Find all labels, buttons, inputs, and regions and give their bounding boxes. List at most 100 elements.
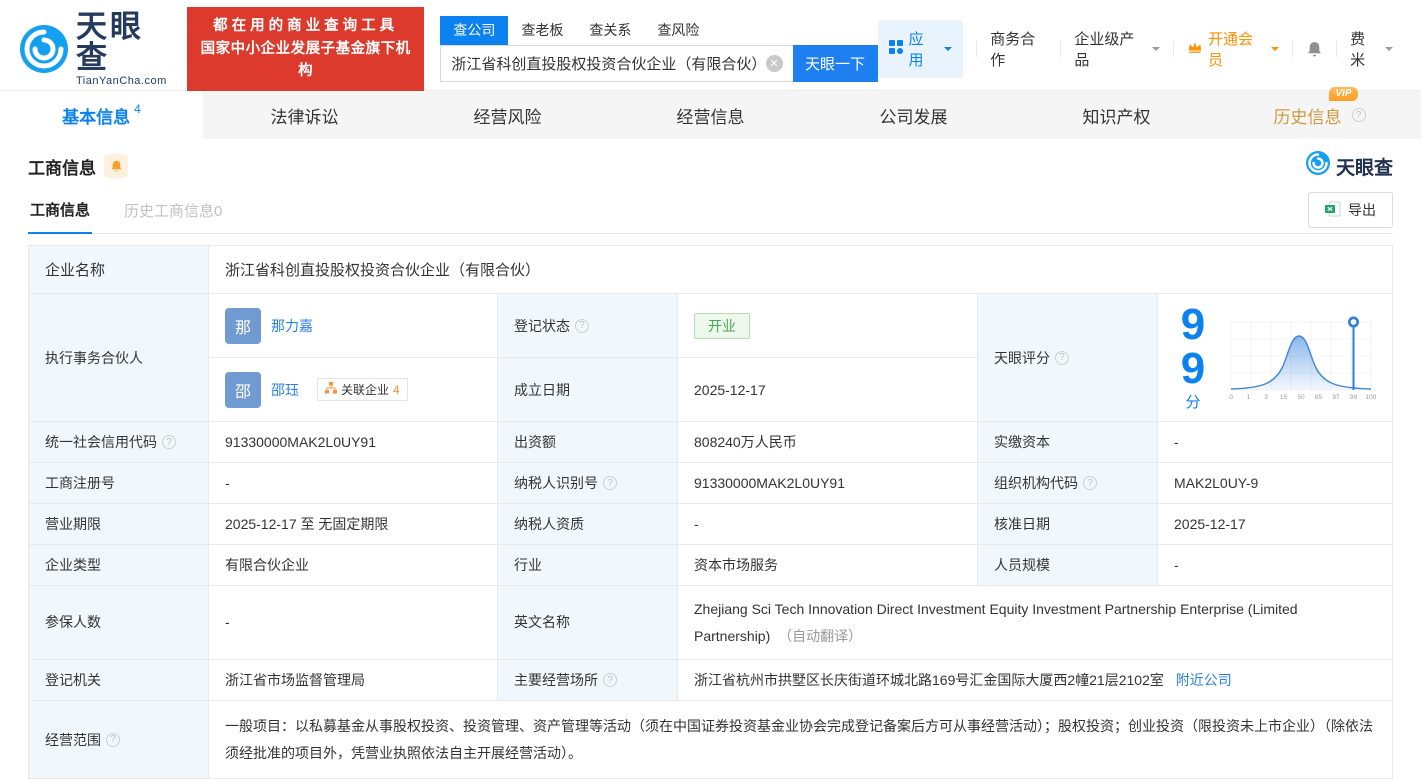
tab-operation-info[interactable]: 经营信息	[609, 91, 812, 139]
help-icon[interactable]	[603, 673, 617, 688]
credit-code-value: 91330000MAK2L0UY91	[208, 421, 498, 463]
table-row: 统一社会信用代码 91330000MAK2L0UY91 出资额 808240万人…	[28, 421, 1393, 463]
search-input[interactable]	[440, 45, 793, 82]
search-tab-company[interactable]: 查公司	[440, 16, 509, 45]
excel-icon	[1325, 201, 1341, 220]
notification-bell-icon[interactable]	[1306, 41, 1323, 58]
reg-status-cell: 开业	[677, 293, 978, 358]
partner-cell: 那 那力嘉	[208, 293, 498, 358]
tab-label: 知识产权	[1082, 107, 1151, 127]
tianyancha-logo-icon	[20, 25, 68, 73]
nearby-companies-link[interactable]: 附近公司	[1176, 672, 1232, 688]
export-button[interactable]: 导出	[1308, 192, 1393, 228]
nav-enterprise-label: 企业级产品	[1074, 31, 1135, 69]
search-tab-boss[interactable]: 查老板	[508, 16, 576, 45]
label-text: 组织机构代码	[994, 475, 1078, 491]
svg-text:15: 15	[1280, 394, 1288, 400]
field-label: 工商注册号	[28, 462, 209, 504]
tab-label: 公司发展	[879, 107, 948, 127]
field-label: 天眼评分	[977, 293, 1158, 422]
partner-cell: 邵 邵珏 关联企业 4	[208, 357, 498, 422]
business-term-value: 2025-12-17 至 无固定期限	[208, 503, 498, 545]
chevron-down-icon	[944, 47, 953, 55]
help-icon[interactable]	[1351, 108, 1366, 122]
user-menu[interactable]: 费米	[1350, 28, 1394, 70]
vip-badge: VIP	[1329, 86, 1358, 101]
partner-link[interactable]: 那力嘉	[271, 316, 313, 336]
svg-text:97: 97	[1332, 394, 1340, 400]
score-unit: 分	[1185, 394, 1201, 411]
tab-company-development[interactable]: 公司发展	[812, 91, 1015, 139]
divider	[1292, 41, 1294, 57]
subtab-row: 工商信息 历史工商信息0 导出	[28, 189, 1393, 234]
watermark-logo: 天眼查	[1305, 151, 1393, 181]
subtab-history-business-info[interactable]: 历史工商信息0	[122, 190, 224, 233]
help-icon[interactable]	[106, 732, 120, 747]
divider	[1172, 41, 1174, 57]
subtab-business-info[interactable]: 工商信息	[28, 189, 93, 234]
tab-operation-risk[interactable]: 经营风险	[406, 91, 609, 139]
table-row: 登记机关 浙江省市场监督管理局 主要经营场所 浙江省杭州市拱墅区长庆街道环城北路…	[28, 659, 1393, 702]
monitor-bell-icon[interactable]	[104, 154, 128, 178]
insured-count-value: -	[208, 584, 498, 661]
reg-authority-value: 浙江省市场监督管理局	[208, 659, 498, 702]
crown-icon	[1187, 40, 1203, 58]
tab-basic-info[interactable]: 基本信息 4	[0, 91, 203, 139]
search-tab-risk[interactable]: 查风险	[644, 16, 712, 45]
chevron-down-icon	[1385, 47, 1394, 55]
capital-value: 808240万人民币	[677, 421, 978, 463]
tianyancha-logo[interactable]: 天眼查 TianYanCha.com	[20, 11, 173, 87]
related-label: 关联企业	[341, 383, 390, 397]
nav-cooperation[interactable]: 商务合作	[990, 28, 1047, 70]
divider	[1060, 41, 1062, 57]
export-label: 导出	[1348, 202, 1376, 218]
est-date-value: 2025-12-17	[677, 357, 978, 422]
help-icon[interactable]	[162, 435, 176, 449]
score-cell: 99 分 0 1 3 15 50 85 97 99 100	[1157, 293, 1393, 422]
svg-text:50: 50	[1297, 394, 1305, 400]
company-tabbar: 基本信息 4 法律诉讼 经营风险 经营信息 公司发展 知识产权 历史信息 VIP	[0, 86, 1421, 139]
status-badge: 开业	[694, 312, 750, 339]
partner-link[interactable]: 邵珏	[271, 380, 299, 400]
logo-title: 天眼查	[76, 9, 144, 75]
label-text: 登记状态	[514, 317, 570, 334]
field-label: 行业	[497, 544, 678, 586]
label-text: 纳税人识别号	[514, 475, 598, 491]
open-vip-button[interactable]: 开通会员	[1187, 28, 1280, 70]
org-chart-icon	[325, 382, 337, 397]
nav-enterprise-products[interactable]: 企业级产品	[1074, 28, 1160, 70]
subtab-label: 历史工商信息	[124, 202, 215, 220]
help-icon[interactable]	[1083, 476, 1097, 490]
search-area: 查公司 查老板 查关系 查风险 ✕ 天眼一下	[440, 16, 878, 82]
avatar[interactable]: 邵	[225, 371, 261, 408]
tab-history-info[interactable]: 历史信息 VIP	[1218, 86, 1421, 139]
help-icon[interactable]	[603, 476, 617, 490]
related-companies-badge[interactable]: 关联企业 4	[317, 378, 408, 401]
tab-legal-litigation[interactable]: 法律诉讼	[203, 91, 406, 139]
label-text: 统一社会信用代码	[45, 434, 157, 450]
paid-capital-value: -	[1157, 421, 1393, 463]
field-label: 企业名称	[28, 245, 209, 294]
field-label: 营业期限	[28, 503, 209, 545]
search-tab-relation[interactable]: 查关系	[576, 16, 644, 45]
field-label: 统一社会信用代码	[28, 421, 209, 463]
help-icon[interactable]	[1055, 350, 1069, 365]
tab-count: 4	[134, 102, 141, 116]
help-icon[interactable]	[575, 318, 589, 333]
field-label: 登记机关	[28, 659, 209, 702]
tab-intellectual-property[interactable]: 知识产权	[1015, 91, 1218, 139]
avatar[interactable]: 那	[225, 307, 261, 344]
search-tabs: 查公司 查老板 查关系 查风险	[440, 16, 877, 45]
clear-icon[interactable]: ✕	[765, 55, 783, 72]
svg-text:99: 99	[1350, 394, 1358, 400]
tab-label: 法律诉讼	[270, 107, 339, 127]
tianyancha-logo-icon	[1305, 151, 1330, 181]
approval-date-value: 2025-12-17	[1157, 503, 1393, 545]
apps-menu[interactable]: 应用	[877, 20, 964, 78]
field-label: 成立日期	[497, 357, 678, 422]
tab-label: 经营风险	[473, 107, 542, 127]
tab-label: 基本信息	[62, 107, 131, 127]
staff-size-value: -	[1157, 544, 1393, 586]
search-button[interactable]: 天眼一下	[792, 45, 878, 82]
field-label: 英文名称	[497, 584, 678, 661]
